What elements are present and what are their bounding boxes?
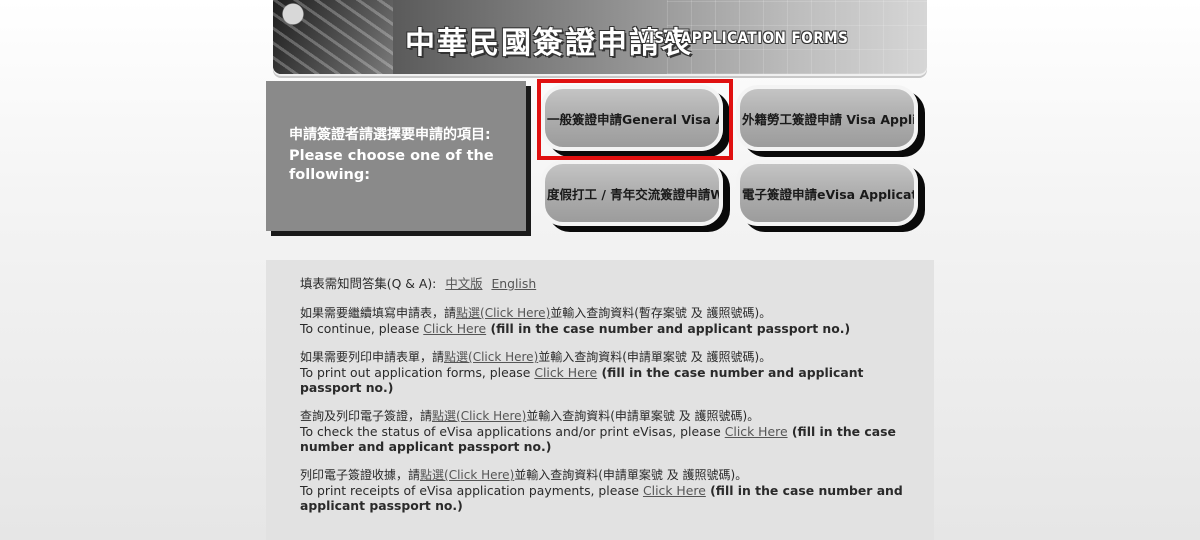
general-visa-button[interactable]: 一般簽證申請General Visa Ap bbox=[541, 85, 723, 151]
print-receipts-en-text: To print receipts of eVisa application p… bbox=[300, 483, 643, 498]
faq-link-english[interactable]: English bbox=[491, 276, 536, 291]
print-forms-block: 如果需要列印申請表單，請點選(Click Here)並輸入查詢資料(申請單案號 … bbox=[300, 350, 910, 395]
check-evisa-zh-line: 查詢及列印電子簽證，請點選(Click Here)並輸入查詢資料(申請單案號 及… bbox=[300, 409, 910, 424]
continue-application-block: 如果需要繼續填寫申請表，請點選(Click Here)並輸入查詢資料(暫存案號 … bbox=[300, 306, 910, 336]
check-evisa-block: 查詢及列印電子簽證，請點選(Click Here)並輸入查詢資料(申請單案號 及… bbox=[300, 409, 910, 454]
migrant-worker-visa-button[interactable]: 外籍勞工簽證申請 Visa Applica bbox=[736, 85, 918, 151]
page: 中華民國簽證申請表 VISA APPLICATION FORMS 申請簽證者請選… bbox=[0, 0, 1200, 540]
general-visa-button-label: 一般簽證申請General Visa Ap bbox=[547, 111, 723, 127]
check-evisa-click-here-link[interactable]: Click Here bbox=[725, 424, 788, 439]
banner-title-en: VISA APPLICATION FORMS bbox=[638, 28, 849, 47]
info-panel: 填表需知問答集(Q & A): 中文版 English 如果需要繼續填寫申請表，… bbox=[266, 260, 934, 540]
print-receipts-zh-text: 列印電子簽證收據，請 bbox=[300, 468, 421, 482]
migrant-worker-visa-button-label: 外籍勞工簽證申請 Visa Applica bbox=[742, 111, 918, 127]
continue-en-note: (fill in the case number and applicant p… bbox=[486, 321, 851, 336]
continue-click-here-link[interactable]: Click Here bbox=[423, 321, 486, 336]
evisa-application-button[interactable]: 電子簽證申請eVisa Applicatio bbox=[736, 160, 918, 226]
choose-instructions-en: Please choose one of the following: bbox=[289, 148, 494, 183]
evisa-application-button-label: 電子簽證申請eVisa Applicatio bbox=[742, 186, 918, 202]
print-forms-zh-link[interactable]: 點選(Click Here) bbox=[444, 350, 538, 364]
print-forms-zh-tail: 並輸入查詢資料(申請單案號 及 護照號碼)。 bbox=[538, 350, 772, 364]
continue-en-text: To continue, please bbox=[300, 321, 424, 336]
print-receipts-zh-tail: 並輸入查詢資料(申請單案號 及 護照號碼)。 bbox=[514, 468, 748, 482]
print-receipts-zh-link[interactable]: 點選(Click Here) bbox=[420, 468, 514, 482]
working-holiday-visa-button-label: 度假打工 / 青年交流簽證申請Wor bbox=[547, 186, 723, 202]
continue-en-line: To continue, please Click Here (fill in … bbox=[300, 321, 910, 336]
print-receipts-zh-line: 列印電子簽證收據，請點選(Click Here)並輸入查詢資料(申請單案號 及 … bbox=[300, 468, 910, 483]
choose-instructions-zh: 申請簽證者請選擇要申請的項目: bbox=[289, 127, 491, 143]
check-evisa-zh-link[interactable]: 點選(Click Here) bbox=[432, 409, 526, 423]
faq-label: 填表需知問答集(Q & A): bbox=[300, 276, 437, 291]
print-receipts-block: 列印電子簽證收據，請點選(Click Here)並輸入查詢資料(申請單案號 及 … bbox=[300, 468, 910, 513]
header-banner: 中華民國簽證申請表 VISA APPLICATION FORMS bbox=[273, 0, 927, 74]
choose-instructions: 申請簽證者請選擇要申請的項目: Please choose one of the… bbox=[266, 81, 526, 231]
check-evisa-en-line: To check the status of eVisa application… bbox=[300, 424, 910, 454]
continue-zh-text: 如果需要繼續填寫申請表，請 bbox=[300, 306, 457, 320]
print-forms-click-here-link[interactable]: Click Here bbox=[534, 365, 597, 380]
check-evisa-zh-tail: 並輸入查詢資料(申請單案號 及 護照號碼)。 bbox=[526, 409, 760, 423]
check-evisa-en-text: To check the status of eVisa application… bbox=[300, 424, 725, 439]
print-forms-zh-line: 如果需要列印申請表單，請點選(Click Here)並輸入查詢資料(申請單案號 … bbox=[300, 350, 910, 365]
print-forms-en-text: To print out application forms, please bbox=[300, 365, 535, 380]
print-forms-zh-text: 如果需要列印申請表單，請 bbox=[300, 350, 445, 364]
continue-zh-link[interactable]: 點選(Click Here) bbox=[456, 306, 550, 320]
faq-link-chinese[interactable]: 中文版 bbox=[445, 276, 482, 291]
working-holiday-visa-button[interactable]: 度假打工 / 青年交流簽證申請Wor bbox=[541, 160, 723, 226]
print-receipts-click-here-link[interactable]: Click Here bbox=[643, 483, 706, 498]
faq-row: 填表需知問答集(Q & A): 中文版 English bbox=[300, 276, 934, 291]
print-forms-en-line: To print out application forms, please C… bbox=[300, 365, 910, 395]
check-evisa-zh-text: 查詢及列印電子簽證，請 bbox=[300, 409, 433, 423]
continue-zh-line: 如果需要繼續填寫申請表，請點選(Click Here)並輸入查詢資料(暫存案號 … bbox=[300, 306, 910, 321]
print-receipts-en-line: To print receipts of eVisa application p… bbox=[300, 483, 910, 513]
flag-image bbox=[273, 0, 393, 74]
continue-zh-tail: 並輸入查詢資料(暫存案號 及 護照號碼)。 bbox=[550, 306, 772, 320]
